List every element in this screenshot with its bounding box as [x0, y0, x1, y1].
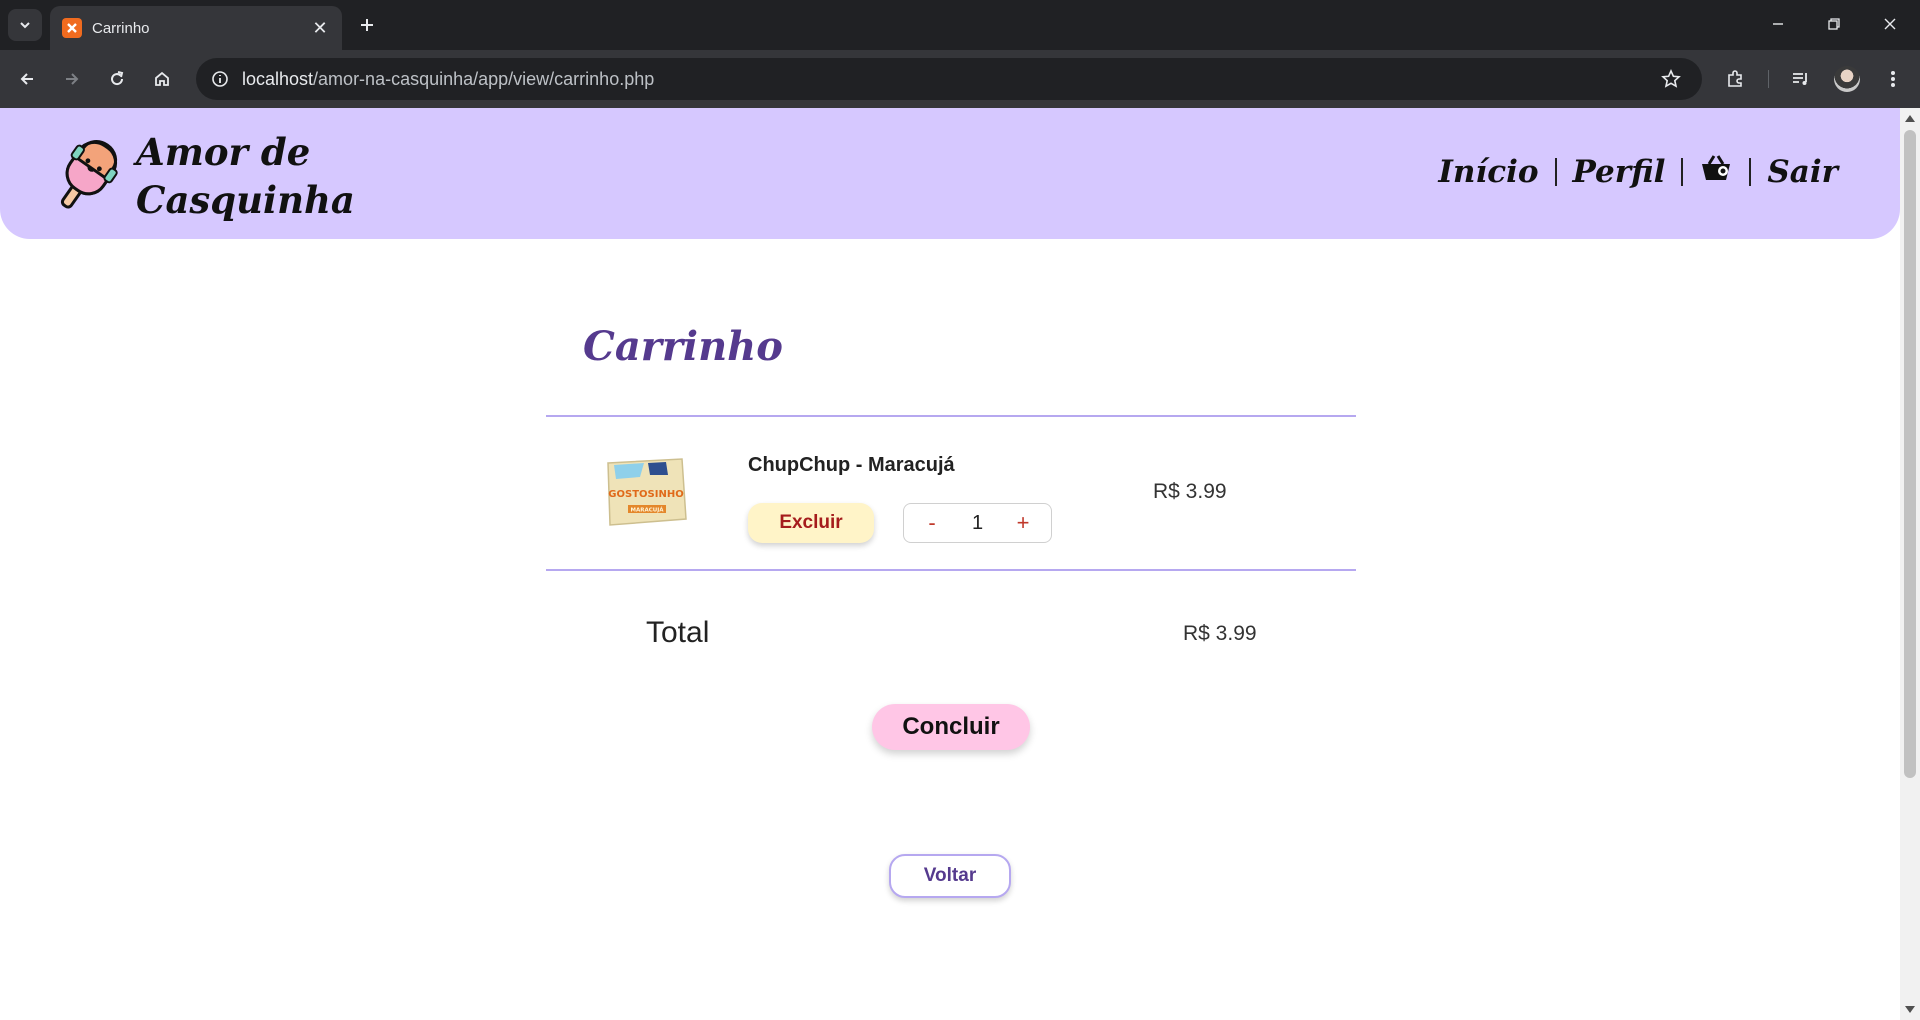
url-host: localhost [242, 68, 314, 89]
decrease-quantity-button[interactable]: - [922, 510, 942, 536]
reload-button[interactable] [100, 62, 134, 96]
nav-perfil-link[interactable]: Perfil [1573, 154, 1666, 190]
arrow-right-icon [66, 73, 79, 85]
chevron-down-icon [20, 22, 30, 29]
restore-icon [1828, 18, 1840, 30]
nav-sair-link[interactable]: Sair [1767, 154, 1838, 190]
reload-icon [111, 71, 124, 86]
home-button[interactable] [145, 62, 179, 96]
shopping-basket-icon [1702, 155, 1731, 180]
nav-cart-link[interactable] [1699, 153, 1733, 191]
remove-item-button[interactable]: Excluir [748, 503, 874, 543]
page-scrollbar[interactable] [1900, 108, 1920, 1020]
divider-bottom [546, 569, 1356, 571]
nav-inicio-link[interactable]: Início [1438, 154, 1538, 190]
conclude-order-button[interactable]: Concluir [872, 704, 1030, 750]
playlist-icon [1793, 73, 1807, 85]
url-text[interactable]: localhost/amor-na-casquinha/app/view/car… [242, 69, 1654, 90]
brand-name: Amor de Casquinha [136, 128, 366, 224]
nav-divider [1554, 158, 1557, 186]
brand[interactable]: Amor de Casquinha [48, 128, 366, 224]
brand-line-1: Amor de [136, 130, 311, 174]
divider-top [546, 415, 1356, 417]
site-info-icon[interactable] [206, 65, 234, 93]
new-tab-button[interactable] [352, 10, 382, 40]
product-image-brand-text: GOSTOSINHO [608, 489, 683, 500]
main-nav: Início Perfil Sair [1438, 153, 1838, 191]
site-header: Amor de Casquinha Início Perfil Sair [0, 108, 1900, 239]
total-label: Total [646, 616, 710, 649]
back-button[interactable] [10, 62, 44, 96]
minimize-button[interactable] [1758, 8, 1798, 40]
close-window-button[interactable] [1870, 8, 1910, 40]
minimize-icon [1773, 23, 1783, 25]
forward-button[interactable] [55, 62, 89, 96]
tab-close-icon[interactable]: ✕ [310, 18, 330, 39]
toolbar-divider [1768, 70, 1769, 88]
tab-search-button[interactable] [8, 9, 42, 41]
product-image-flavor-text: MARACUJÁ [630, 507, 664, 514]
nav-divider [1749, 158, 1752, 186]
tab-title: Carrinho [92, 19, 150, 37]
nav-divider [1681, 158, 1684, 186]
home-icon [155, 71, 169, 86]
quantity-value[interactable]: 1 [972, 512, 983, 535]
address-bar[interactable]: localhost/amor-na-casquinha/app/view/car… [196, 58, 1702, 100]
page-viewport: Amor de Casquinha Início Perfil Sair Car… [0, 108, 1900, 1020]
avatar [1834, 66, 1860, 92]
popsicle-logo-icon [60, 140, 118, 209]
page-title: Carrinho [583, 323, 783, 370]
increase-quantity-button[interactable]: + [1013, 510, 1033, 536]
browser-tabstrip: Carrinho ✕ [0, 0, 1920, 50]
bookmark-star-icon[interactable] [1654, 62, 1688, 96]
browser-tab-active[interactable]: Carrinho ✕ [50, 6, 342, 50]
total-value: R$ 3.99 [1183, 622, 1257, 645]
xampp-favicon-icon [62, 18, 82, 38]
media-controls-button[interactable] [1784, 62, 1818, 96]
profile-button[interactable] [1830, 62, 1864, 96]
puzzle-icon [1728, 70, 1742, 87]
brand-line-2: Casquinha [136, 178, 355, 222]
restore-button[interactable] [1814, 8, 1854, 40]
arrow-left-icon [20, 73, 33, 85]
scrollbar-thumb[interactable] [1904, 130, 1916, 778]
kebab-menu-icon [1891, 71, 1895, 87]
close-icon [1884, 18, 1896, 30]
back-button-page[interactable]: Voltar [889, 854, 1011, 898]
product-image: GOSTOSINHO MARACUJÁ [607, 458, 687, 526]
plus-icon [361, 19, 373, 31]
quantity-stepper: - 1 + [903, 503, 1052, 543]
product-name: ChupChup - Maracujá [748, 454, 955, 476]
product-price: R$ 3.99 [1153, 480, 1227, 503]
url-path: /amor-na-casquinha/app/view/carrinho.php [313, 68, 655, 89]
scroll-up-icon[interactable] [1905, 115, 1915, 122]
browser-toolbar: localhost/amor-na-casquinha/app/view/car… [0, 50, 1920, 108]
browser-menu-button[interactable] [1876, 62, 1910, 96]
scroll-down-icon[interactable] [1905, 1006, 1915, 1013]
extensions-button[interactable] [1718, 62, 1752, 96]
